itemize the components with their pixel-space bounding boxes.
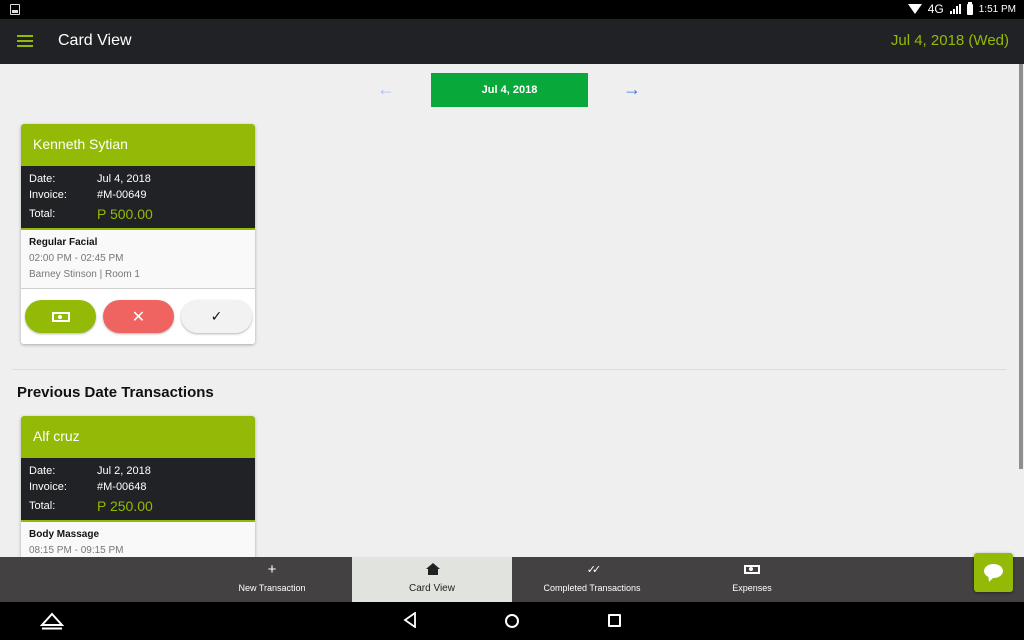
nav-label: Expenses bbox=[732, 583, 772, 593]
card-service: Regular Facial 02:00 PM - 02:45 PM Barne… bbox=[21, 230, 255, 288]
card-info: Date: Jul 4, 2018 Invoice: #M-00649 Total:… bbox=[21, 166, 255, 230]
nav-label: Card View bbox=[409, 583, 455, 594]
invoice-value: #M-00649 bbox=[97, 189, 147, 201]
double-check-icon: ✓✓ bbox=[586, 564, 601, 576]
staff-room: Barney Stinson | Room 1 bbox=[29, 269, 140, 280]
bottom-navigation: + New Transaction Card View ✓✓ Completed… bbox=[0, 557, 1024, 602]
nav-card-view[interactable]: Card View bbox=[352, 557, 512, 602]
scrollbar[interactable] bbox=[1019, 64, 1023, 469]
wifi-icon bbox=[907, 4, 922, 14]
close-icon: ✕ bbox=[131, 308, 146, 326]
service-name: Regular Facial bbox=[29, 237, 98, 248]
back-icon[interactable] bbox=[403, 612, 417, 628]
clock: 1:51 PM bbox=[978, 3, 1016, 15]
date-value: Jul 4, 2018 bbox=[97, 173, 151, 185]
status-bar: 4G 1:51 PM bbox=[0, 0, 1024, 19]
invoice-label: Invoice: bbox=[29, 189, 67, 201]
nav-expenses[interactable]: Expenses bbox=[672, 557, 832, 602]
cancel-button[interactable]: ✕ bbox=[103, 300, 174, 333]
screenshot-notification-icon bbox=[10, 4, 20, 15]
check-icon: ✓ bbox=[210, 308, 223, 324]
service-time: 08:15 PM - 09:15 PM bbox=[29, 545, 124, 556]
app-bar: Card View Jul 4, 2018 (Wed) bbox=[0, 19, 1024, 64]
recent-apps-icon[interactable] bbox=[608, 614, 621, 627]
date-value: Jul 2, 2018 bbox=[97, 465, 151, 477]
customer-name: Kenneth Sytian bbox=[21, 124, 255, 166]
battery-icon bbox=[966, 1, 973, 15]
date-label: Date: bbox=[29, 465, 56, 477]
next-date-arrow-icon[interactable]: → bbox=[623, 79, 641, 100]
date-navigator: ← Jul 4, 2018 → bbox=[0, 73, 1024, 107]
chat-bubble-icon bbox=[984, 564, 1003, 578]
transaction-card[interactable]: Kenneth Sytian Date: Jul 4, 2018 Invoice:… bbox=[21, 124, 255, 344]
service-time: 02:00 PM - 02:45 PM bbox=[29, 253, 124, 264]
previous-date-arrow-icon[interactable]: ← bbox=[377, 79, 395, 100]
header-date: Jul 4, 2018 (Wed) bbox=[890, 32, 1009, 49]
home-icon bbox=[425, 563, 440, 575]
transaction-card[interactable]: Alf cruz Date: Jul 2, 2018 Invoice: #M-006… bbox=[21, 416, 255, 557]
page-title: Card View bbox=[58, 32, 132, 49]
complete-button[interactable]: ✓ bbox=[181, 300, 252, 333]
nav-label: New Transaction bbox=[238, 583, 306, 593]
cash-icon bbox=[744, 565, 760, 574]
network-type: 4G bbox=[927, 2, 944, 16]
nav-completed-transactions[interactable]: ✓✓ Completed Transactions bbox=[512, 557, 672, 602]
service-name: Body Massage bbox=[29, 529, 100, 540]
invoice-value: #M-00648 bbox=[97, 481, 147, 493]
total-value: P 250.00 bbox=[97, 497, 153, 514]
section-divider bbox=[12, 369, 1006, 370]
total-label: Total: bbox=[29, 499, 56, 512]
home-circle-icon[interactable] bbox=[505, 614, 519, 628]
customer-name: Alf cruz bbox=[21, 416, 255, 458]
card-actions: ✕ ✓ bbox=[21, 288, 255, 344]
signal-icon bbox=[949, 4, 961, 14]
system-navigation-bar bbox=[0, 602, 1024, 640]
plus-icon: + bbox=[267, 561, 277, 578]
main-content: ← Jul 4, 2018 → Kenneth Sytian Date: Jul … bbox=[0, 64, 1024, 557]
pay-button[interactable] bbox=[25, 300, 96, 333]
previous-section-title: Previous Date Transactions bbox=[17, 384, 214, 401]
chat-button[interactable] bbox=[974, 553, 1013, 592]
card-info: Date: Jul 2, 2018 Invoice: #M-00648 Total:… bbox=[21, 458, 255, 522]
invoice-label: Invoice: bbox=[29, 481, 67, 493]
cash-icon bbox=[51, 311, 70, 322]
hamburger-menu-icon[interactable] bbox=[17, 35, 33, 49]
total-value: P 500.00 bbox=[97, 205, 153, 222]
expand-up-icon[interactable] bbox=[40, 612, 64, 630]
date-label: Date: bbox=[29, 173, 56, 185]
total-label: Total: bbox=[29, 207, 56, 220]
card-service: Body Massage 08:15 PM - 09:15 PM bbox=[21, 522, 255, 557]
current-date-button[interactable]: Jul 4, 2018 bbox=[431, 73, 588, 107]
nav-new-transaction[interactable]: + New Transaction bbox=[192, 557, 352, 602]
nav-label: Completed Transactions bbox=[543, 583, 641, 593]
